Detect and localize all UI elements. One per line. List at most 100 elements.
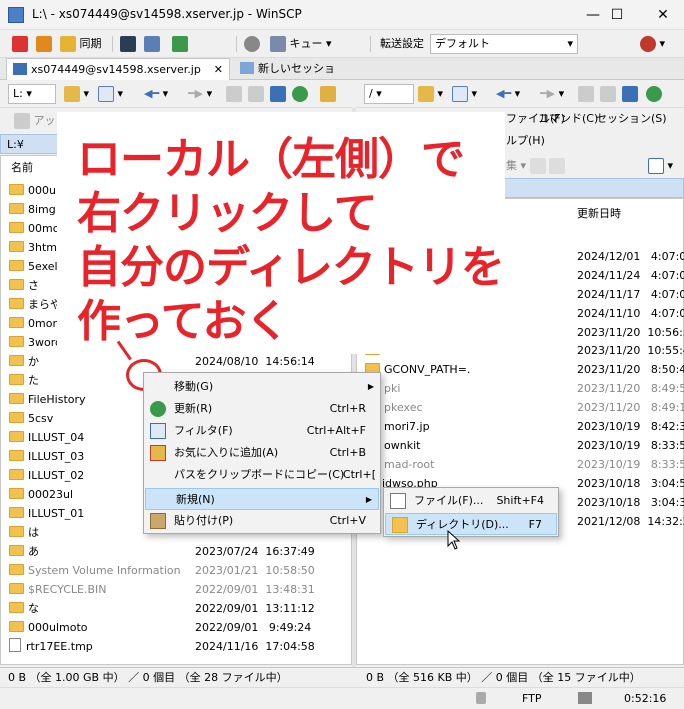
- menu-session[interactable]: セッション(S): [596, 109, 667, 129]
- menu-help[interactable]: ルプ(H): [506, 131, 545, 151]
- protocol-label: FTP: [522, 692, 542, 705]
- queue-button[interactable]: キュー ▾: [270, 34, 332, 54]
- new-folder-icon: [392, 517, 408, 533]
- menu-item-move[interactable]: 移動(G) ▶: [144, 376, 380, 398]
- remote-open-folder-icon[interactable]: ▾: [418, 84, 443, 104]
- menu-item-refresh[interactable]: 更新(R) Ctrl+R: [144, 398, 380, 420]
- back-icon[interactable]: ◀━ ▾: [144, 84, 168, 104]
- left-file-name: 000ulmoto: [28, 621, 88, 634]
- right-file-date: 2023/11/20 8:50:44: [577, 363, 684, 376]
- folder-icon: [9, 260, 24, 271]
- folder-icon: [9, 488, 24, 499]
- left-file-name: 000ul: [28, 184, 60, 197]
- right-file-row[interactable]: mad-root 2023/10/19 8:33:56: [365, 455, 684, 474]
- close-button[interactable]: ✕: [648, 4, 678, 26]
- remote-parent-icon[interactable]: [578, 84, 594, 104]
- left-file-date: 2022/09/01 13:48:31: [195, 583, 315, 596]
- folder-icon: [9, 336, 24, 347]
- folder-icon: [9, 222, 24, 233]
- folder-icon: [9, 412, 24, 423]
- parent-dir-icon[interactable]: [226, 84, 242, 104]
- right-file-name: mori7.jp: [384, 420, 430, 433]
- folder-icon: [9, 241, 24, 252]
- folder-icon: [9, 203, 24, 214]
- right-file-name: pkexec: [384, 401, 423, 414]
- find-files-icon[interactable]: [320, 84, 336, 104]
- putty-icon[interactable]: [144, 34, 160, 54]
- home-icon[interactable]: [270, 84, 286, 104]
- right-file-date: 2021/12/08 14:32:25: [577, 515, 684, 528]
- right-file-row[interactable]: ownkit 2023/10/19 8:33:56: [365, 436, 684, 455]
- remote-dir-select[interactable]: / ▾: [364, 84, 414, 104]
- refresh-icon: [150, 401, 166, 417]
- left-file-row[interactable]: System Volume Information 2023/01/21 10:5…: [9, 561, 349, 580]
- left-file-row[interactable]: か 2024/08/10 14:56:14: [9, 352, 349, 371]
- tab-new-session[interactable]: 新しいセッション: [234, 58, 344, 97]
- left-file-name: あ: [28, 545, 39, 558]
- menu-command[interactable]: コマンド(C): [538, 109, 598, 129]
- new-item-button[interactable]: ▾: [648, 156, 673, 176]
- preferences-gear-icon[interactable]: [244, 34, 260, 54]
- edit-button[interactable]: 集 ▾: [506, 156, 566, 176]
- window-title: L:\ - xs074449@sv14598.xserver.jp - WinS…: [32, 7, 302, 21]
- open-folder-icon[interactable]: ▾: [64, 84, 89, 104]
- right-file-row[interactable]: mori7.jp 2023/10/19 8:42:34: [365, 417, 684, 436]
- left-file-row[interactable]: 000ulmoto 2022/09/01 9:49:24: [9, 618, 349, 637]
- left-file-row[interactable]: rtr17EE.tmp 2024/11/16 17:04:58: [9, 637, 349, 656]
- remote-filter-icon[interactable]: ▾: [452, 84, 477, 104]
- right-file-date: 2023/11/20 10:55:44: [577, 344, 684, 357]
- left-file-row[interactable]: な 2022/09/01 13:11:12: [9, 599, 349, 618]
- right-file-name: pki: [384, 382, 401, 395]
- right-file-row[interactable]: pki 2023/11/20 8:49:53: [365, 379, 684, 398]
- compare-dirs-icon[interactable]: [36, 34, 52, 54]
- submenu-item-directory[interactable]: ディレクトリ(D)... F7: [385, 513, 557, 535]
- remote-back-icon[interactable]: ◀━ ▾: [496, 84, 520, 104]
- tab-close-icon[interactable]: ✕: [214, 59, 223, 81]
- menu-item-add-favorite[interactable]: お気に入りに追加(A) Ctrl+B: [144, 442, 380, 464]
- left-file-name: $RECYCLE.BIN: [28, 583, 107, 596]
- root-dir-icon[interactable]: [248, 84, 264, 104]
- left-file-name: ILLUST_03: [28, 450, 85, 463]
- refresh-icon[interactable]: [292, 84, 308, 104]
- menu-item-paste[interactable]: 貼り付け(P) Ctrl+V: [144, 510, 380, 532]
- forward-icon[interactable]: ━▶ ▾: [188, 84, 212, 104]
- left-file-date: 2023/07/24 16:37:49: [195, 545, 315, 558]
- right-column-header-date[interactable]: 更新日時: [577, 204, 621, 223]
- left-file-name: FileHistory: [28, 393, 86, 406]
- sync-button[interactable]: 同期: [60, 34, 102, 54]
- new-session-icon[interactable]: ▾: [640, 34, 665, 54]
- right-pane-toolbar: / ▾ ▾ ▾ ◀━ ▾ ━▶ ▾: [356, 80, 684, 108]
- filter-icon[interactable]: ▾: [98, 84, 123, 104]
- left-file-date: 2023/01/21 10:58:50: [195, 564, 315, 577]
- local-view-icon[interactable]: [12, 34, 28, 54]
- menu-item-add-favorite-shortcut: Ctrl+B: [329, 446, 366, 459]
- new-submenu: ファイル(F)... Shift+F4 ディレクトリ(D)... F7: [383, 487, 559, 537]
- drive-select[interactable]: L: ▾: [8, 84, 56, 104]
- monitor-icon: [13, 63, 27, 75]
- menu-item-copy-path[interactable]: パスをクリップボードにコピー(C) Ctrl+[: [144, 464, 380, 486]
- tab-session-label: xs074449@sv14598.xserver.jp: [31, 63, 201, 76]
- transfer-settings-select[interactable]: デフォルト ▾: [430, 34, 578, 54]
- folder-icon: [9, 450, 24, 461]
- maximize-button[interactable]: ☐: [602, 4, 632, 26]
- tab-session[interactable]: xs074449@sv14598.xserver.jp ✕: [6, 58, 230, 80]
- left-file-name: は: [28, 526, 39, 539]
- synchronize-browsing-icon[interactable]: [172, 34, 188, 54]
- remote-forward-icon[interactable]: ━▶ ▾: [540, 84, 564, 104]
- remote-refresh-icon[interactable]: [646, 84, 662, 104]
- left-file-row[interactable]: あ 2023/07/24 16:37:49: [9, 542, 349, 561]
- console-icon[interactable]: [120, 34, 136, 54]
- right-file-date: 2023/11/20 10:56:58: [577, 326, 684, 339]
- menu-item-filter[interactable]: フィルタ(F) Ctrl+Alt+F: [144, 420, 380, 442]
- submenu-item-file[interactable]: ファイル(F)... Shift+F4: [384, 490, 558, 512]
- winscp-app-icon: [8, 7, 24, 23]
- remote-root-icon[interactable]: [600, 84, 616, 104]
- remote-home-icon[interactable]: [622, 84, 638, 104]
- right-file-row[interactable]: GCONV_PATH=. 2023/11/20 8:50:44: [365, 360, 684, 379]
- right-file-row[interactable]: pkexec 2023/11/20 8:49:12: [365, 398, 684, 417]
- left-file-row[interactable]: $RECYCLE.BIN 2022/09/01 13:48:31: [9, 580, 349, 599]
- submenu-item-file-shortcut: Shift+F4: [496, 494, 544, 507]
- left-file-name: 5csv: [28, 412, 54, 425]
- right-file-name: ownkit: [384, 439, 421, 452]
- menu-item-new[interactable]: 新規(N) ▶: [145, 488, 379, 510]
